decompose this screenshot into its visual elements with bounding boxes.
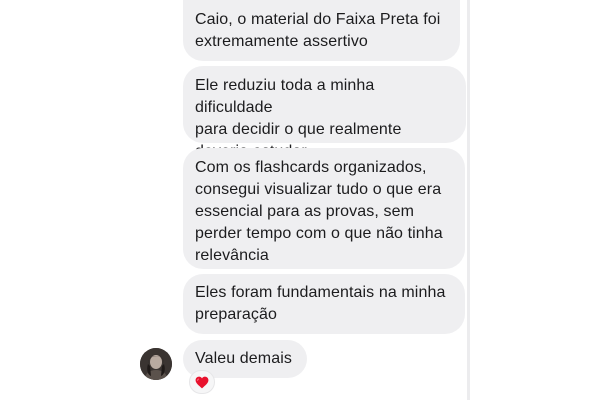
heart-icon [195,376,209,388]
message-bubble[interactable]: Ele reduziu toda a minha dificuldade par… [183,66,466,160]
avatar[interactable] [140,348,172,380]
message-bubble[interactable]: Eles foram fundamentais na minha prepara… [183,274,465,334]
reaction-badge[interactable] [189,370,215,394]
message-bubble[interactable]: Com os flashcards organizados, consegui … [183,148,465,269]
message-bubble[interactable]: Caio, o material do Faixa Preta foi extr… [183,0,460,61]
panel-divider [467,0,470,400]
avatar-image [140,348,172,380]
chat-screen: Caio, o material do Faixa Preta foi extr… [0,0,600,400]
